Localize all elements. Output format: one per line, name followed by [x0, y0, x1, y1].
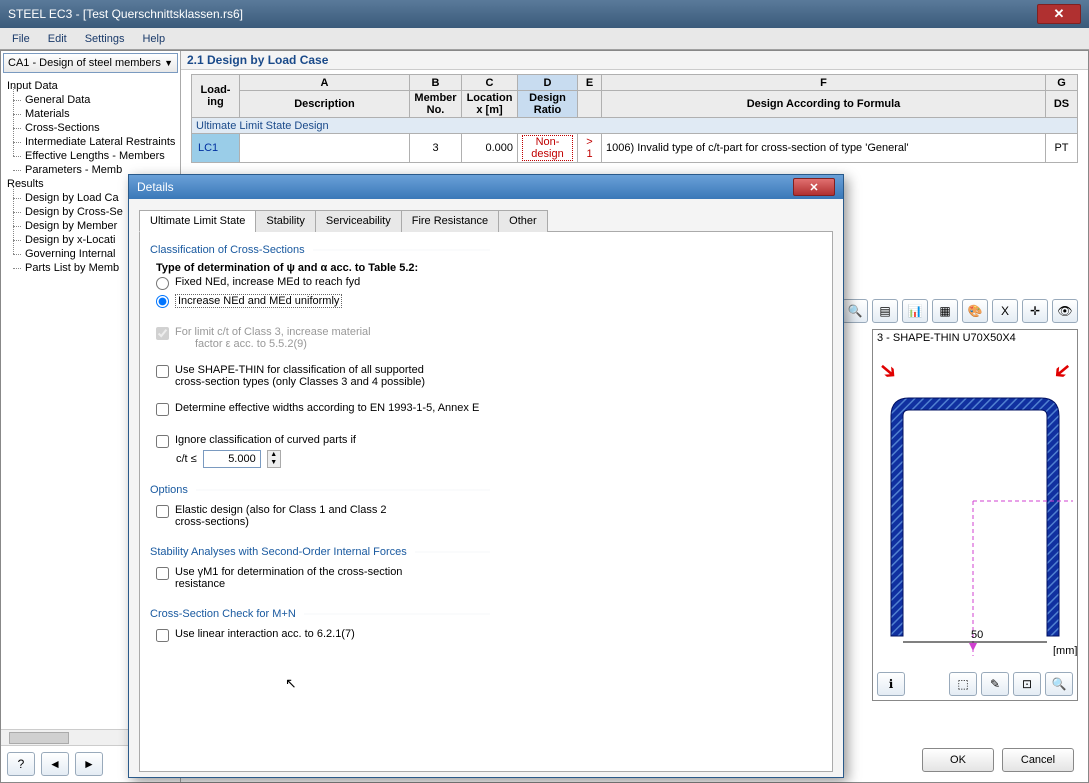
- section-find-icon[interactable]: 🔍: [1045, 672, 1073, 696]
- results-grid[interactable]: Load-ing A B C D E F G Description Membe…: [191, 74, 1078, 163]
- cell-gt: > 1: [578, 134, 602, 163]
- cell-member: 3: [410, 134, 462, 163]
- checkbox-ignore-curved[interactable]: [156, 435, 169, 448]
- tab-other[interactable]: Other: [498, 210, 548, 232]
- col-location: Locationx [m]: [462, 91, 518, 118]
- checkbox-elastic-design[interactable]: [156, 505, 169, 518]
- toolbar: 🔍 ▤ 📊 ▦ 🎨 X ✛ 👁: [842, 299, 1078, 323]
- col-B: B: [410, 75, 462, 91]
- radio-increase-uniform[interactable]: [156, 295, 169, 308]
- tree-general-data[interactable]: General Data: [3, 93, 178, 107]
- section-edit-icon[interactable]: ✎: [981, 672, 1009, 696]
- ok-button[interactable]: OK: [922, 748, 994, 772]
- menubar: File Edit Settings Help: [0, 28, 1089, 50]
- window-titlebar: STEEL EC3 - [Test Querschnittsklassen.rs…: [0, 0, 1089, 28]
- menu-help[interactable]: Help: [134, 31, 173, 47]
- cell-ratio: Non-design: [518, 134, 578, 163]
- tab-stability[interactable]: Stability: [255, 210, 316, 232]
- col-C: C: [462, 75, 518, 91]
- col-A: A: [240, 75, 410, 91]
- col-blank: [578, 91, 602, 118]
- window-close-button[interactable]: ✕: [1037, 4, 1081, 24]
- checkbox-linear-interaction[interactable]: [156, 629, 169, 642]
- cell-formula: 1006) Invalid type of c/t-part for cross…: [602, 134, 1046, 163]
- section-svg: 50 [mm]: [873, 346, 1077, 656]
- type-label: Type of determination of ψ and α acc. to…: [156, 262, 488, 274]
- filter-icon[interactable]: ▤: [872, 299, 898, 323]
- tree-input-data[interactable]: Input Data: [3, 79, 178, 93]
- eye-icon[interactable]: 👁: [1052, 299, 1078, 323]
- checkbox-gamma-m1[interactable]: [156, 567, 169, 580]
- radio-fixed-ned[interactable]: [156, 277, 169, 290]
- group-classification: Classification of Cross-Sections: [150, 244, 313, 256]
- zoom-icon[interactable]: 🔍: [842, 299, 868, 323]
- section-lib-icon[interactable]: ⬚: [949, 672, 977, 696]
- ct-spinner[interactable]: ▲▼: [267, 450, 281, 468]
- col-member: MemberNo.: [410, 91, 462, 118]
- col-E: E: [578, 75, 602, 91]
- unit-text: [mm]: [1053, 645, 1077, 656]
- section-preview: 3 - SHAPE-THIN U70X50X4 ➔ ➔ 50 [mm]: [872, 329, 1078, 701]
- col-D: D: [518, 75, 578, 91]
- dialog-titlebar[interactable]: Details ✕: [129, 175, 843, 199]
- menu-edit[interactable]: Edit: [40, 31, 75, 47]
- group-mn-check: Cross-Section Check for M+N: [150, 608, 304, 620]
- group-stability: Stability Analyses with Second-Order Int…: [150, 546, 415, 558]
- palette-icon[interactable]: 🎨: [962, 299, 988, 323]
- tree-intermediate-restraints[interactable]: Intermediate Lateral Restraints: [3, 135, 178, 149]
- ct-label: c/t ≤: [176, 453, 197, 465]
- cell-desc: [240, 134, 410, 163]
- col-description: Description: [240, 91, 410, 118]
- pick-icon[interactable]: ✛: [1022, 299, 1048, 323]
- tab-serviceability[interactable]: Serviceability: [315, 210, 402, 232]
- col-ratio: DesignRatio: [518, 91, 578, 118]
- cell-x: 0.000: [462, 134, 518, 163]
- col-loading: Load-ing: [192, 75, 240, 118]
- help-icon[interactable]: ?: [7, 752, 35, 776]
- tab-pane: Classification of Cross-Sections Type of…: [139, 232, 833, 772]
- ct-input[interactable]: [203, 450, 261, 468]
- cell-ds: PT: [1046, 134, 1078, 163]
- dim-text: 50: [971, 629, 983, 641]
- footer-buttons: OK Cancel: [922, 748, 1074, 772]
- window-title: STEEL EC3 - [Test Querschnittsklassen.rs…: [8, 7, 1037, 21]
- tab-fire[interactable]: Fire Resistance: [401, 210, 499, 232]
- table-row[interactable]: LC1 3 0.000 Non-design > 1 1006) Invalid…: [192, 134, 1078, 163]
- details-dialog: Details ✕ Ultimate Limit State Stability…: [128, 174, 844, 778]
- col-formula: Design According to Formula: [602, 91, 1046, 118]
- menu-settings[interactable]: Settings: [77, 31, 133, 47]
- tree-cross-sections[interactable]: Cross-Sections: [3, 121, 178, 135]
- group-row: Ultimate Limit State Design: [192, 118, 1078, 134]
- menu-file[interactable]: File: [4, 31, 38, 47]
- case-combo[interactable]: CA1 - Design of steel members ▼: [3, 53, 178, 73]
- col-G: G: [1046, 75, 1078, 91]
- cell-loading[interactable]: LC1: [192, 134, 240, 163]
- prev-icon[interactable]: ◄: [41, 752, 69, 776]
- excel-icon[interactable]: X: [992, 299, 1018, 323]
- layers-icon[interactable]: ▦: [932, 299, 958, 323]
- col-ds: DS: [1046, 91, 1078, 118]
- checkbox-limit-ct: [156, 327, 169, 340]
- group-options: Options: [150, 484, 196, 496]
- dialog-tabs: Ultimate Limit State Stability Serviceab…: [139, 209, 833, 232]
- dialog-title: Details: [137, 180, 793, 194]
- chevron-down-icon: ▼: [164, 58, 173, 68]
- dialog-close-button[interactable]: ✕: [793, 178, 835, 196]
- section-view-icon[interactable]: ⊡: [1013, 672, 1041, 696]
- tree-materials[interactable]: Materials: [3, 107, 178, 121]
- section-header: 2.1 Design by Load Case: [181, 51, 1088, 70]
- tree-effective-lengths[interactable]: Effective Lengths - Members: [3, 149, 178, 163]
- next-icon[interactable]: ►: [75, 752, 103, 776]
- tab-uls[interactable]: Ultimate Limit State: [139, 210, 256, 232]
- checkbox-eff-width[interactable]: [156, 403, 169, 416]
- col-F: F: [602, 75, 1046, 91]
- case-combo-text: CA1 - Design of steel members: [8, 57, 161, 69]
- checkbox-shape-thin[interactable]: [156, 365, 169, 378]
- preview-title: 3 - SHAPE-THIN U70X50X4: [873, 330, 1077, 346]
- chart-icon[interactable]: 📊: [902, 299, 928, 323]
- info-icon[interactable]: ℹ: [877, 672, 905, 696]
- cancel-button[interactable]: Cancel: [1002, 748, 1074, 772]
